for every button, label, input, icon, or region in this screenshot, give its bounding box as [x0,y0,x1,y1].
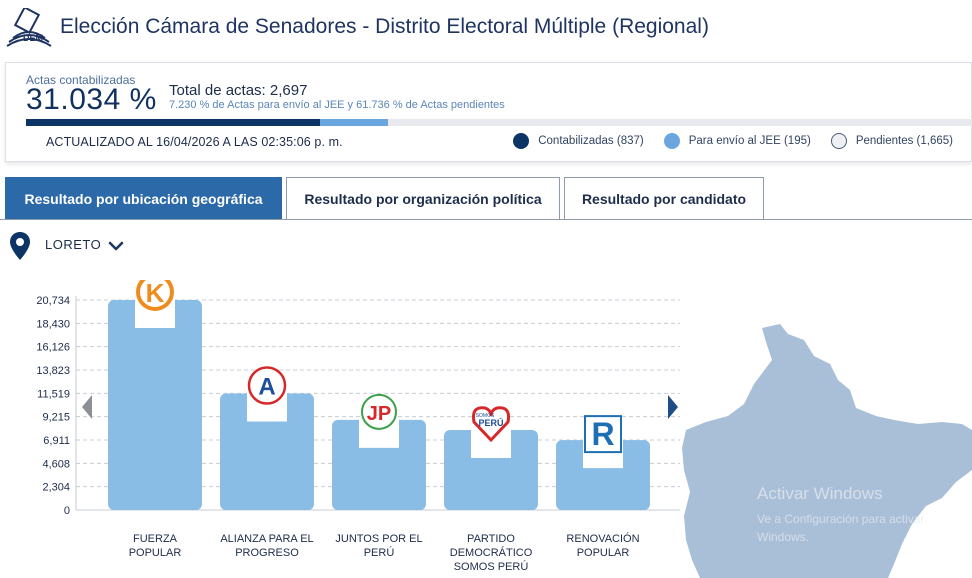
legend-dot-jee [663,133,680,149]
y-tick-label: 6,911 [43,435,70,447]
summary-card: Actas contabilizadas 31.034 % Total de a… [5,62,972,162]
legend-dot-counted [513,133,530,149]
windows-watermark-line: Windows. [757,530,810,544]
legend-label-jee: Para envío al JEE (195) [688,135,811,147]
legend-item-counted: Contabilizadas (837) [513,133,644,149]
category-label: FUERZA [133,533,178,545]
category-label: POPULAR [577,547,630,559]
y-tick-label: 4,608 [42,458,70,470]
y-tick-label: 18,430 [36,318,70,330]
chevron-down-icon[interactable] [108,238,124,254]
y-tick-label: 9,215 [42,412,70,424]
progress-jee-segment [319,119,389,126]
acts-breakdown-label: 7.230 % de Actas para envío al JEE y 61.… [169,99,505,111]
updated-timestamp: ACTUALIZADO AL 16/04/2026 A LAS 02:35:06… [46,135,343,149]
logo-letter: R [591,416,614,452]
bar-0 [108,300,202,510]
logo-letter: JP [367,403,391,425]
category-label: PROGRESO [235,547,299,559]
result-tabs: Resultado por ubicación geográfica Resul… [0,177,972,220]
y-tick-label: 16,126 [36,342,70,354]
tab-geographic-location[interactable]: Resultado por ubicación geográfica [5,177,282,219]
app-root: DEM Elección Cámara de Senadores - Distr… [0,0,972,578]
acts-counted-percentage: 31.034 % [26,83,157,116]
location-select-value[interactable]: LORETO [45,237,101,252]
windows-watermark-line: Ve a Configuración para activar [757,512,925,526]
legend-label-counted: Contabilizadas (837) [538,135,644,147]
legend-dot-pending [830,133,847,149]
logo-letter-small: SOMOS [476,413,495,419]
header: DEM Elección Cámara de Senadores - Distr… [0,0,972,56]
category-label: JUNTOS POR EL [335,533,422,545]
windows-watermark-text: Ve a Configuración para activar Windows. [757,510,924,546]
logo-letter: K [146,280,165,308]
progress-counted-segment [26,119,320,126]
windows-watermark-title: Activar Windows [757,484,883,503]
category-label: RENOVACIÓN [566,532,639,545]
y-tick-label: 13,823 [36,365,70,377]
legend-item-pending: Pendientes (1,665) [830,133,953,149]
legend-item-jee: Para envío al JEE (195) [663,133,811,149]
category-label: ALIANZA PARA EL [220,533,313,545]
tab-candidate[interactable]: Resultado por candidato [564,177,764,219]
acts-progress-bar [26,119,972,126]
chart-next-arrow-icon[interactable] [666,394,680,420]
category-label: POPULAR [129,547,182,559]
logo-letter: A [258,374,275,401]
total-acts-label: Total de actas: 2,697 [169,82,308,99]
category-label: PARTIDO [467,533,515,545]
y-tick-label: 2,304 [42,482,70,494]
y-tick-label: 20,734 [36,295,70,307]
map-pin-icon [10,232,30,260]
logo-text: DEM [23,33,43,43]
tab-political-organization[interactable]: Resultado por organización política [286,177,560,219]
category-label: DEMOCRÁTICO [450,546,533,559]
legend-label-pending: Pendientes (1,665) [855,135,953,147]
dem-logo-icon: DEM [6,8,52,47]
progress-legend: Contabilizadas (837) Para envío al JEE (… [493,133,953,149]
category-label: PERÚ [364,546,395,559]
y-tick-label: 11,519 [37,388,70,400]
y-tick-label: 0 [64,505,70,517]
category-label: SOMOS PERÚ [454,560,529,573]
page-title: Elección Cámara de Senadores - Distrito … [60,15,709,38]
results-bar-chart: 20,734 18,430 16,126 13,823 11,519 9,215 6,911… [36,280,680,573]
chart-prev-arrow-icon[interactable] [80,394,94,420]
